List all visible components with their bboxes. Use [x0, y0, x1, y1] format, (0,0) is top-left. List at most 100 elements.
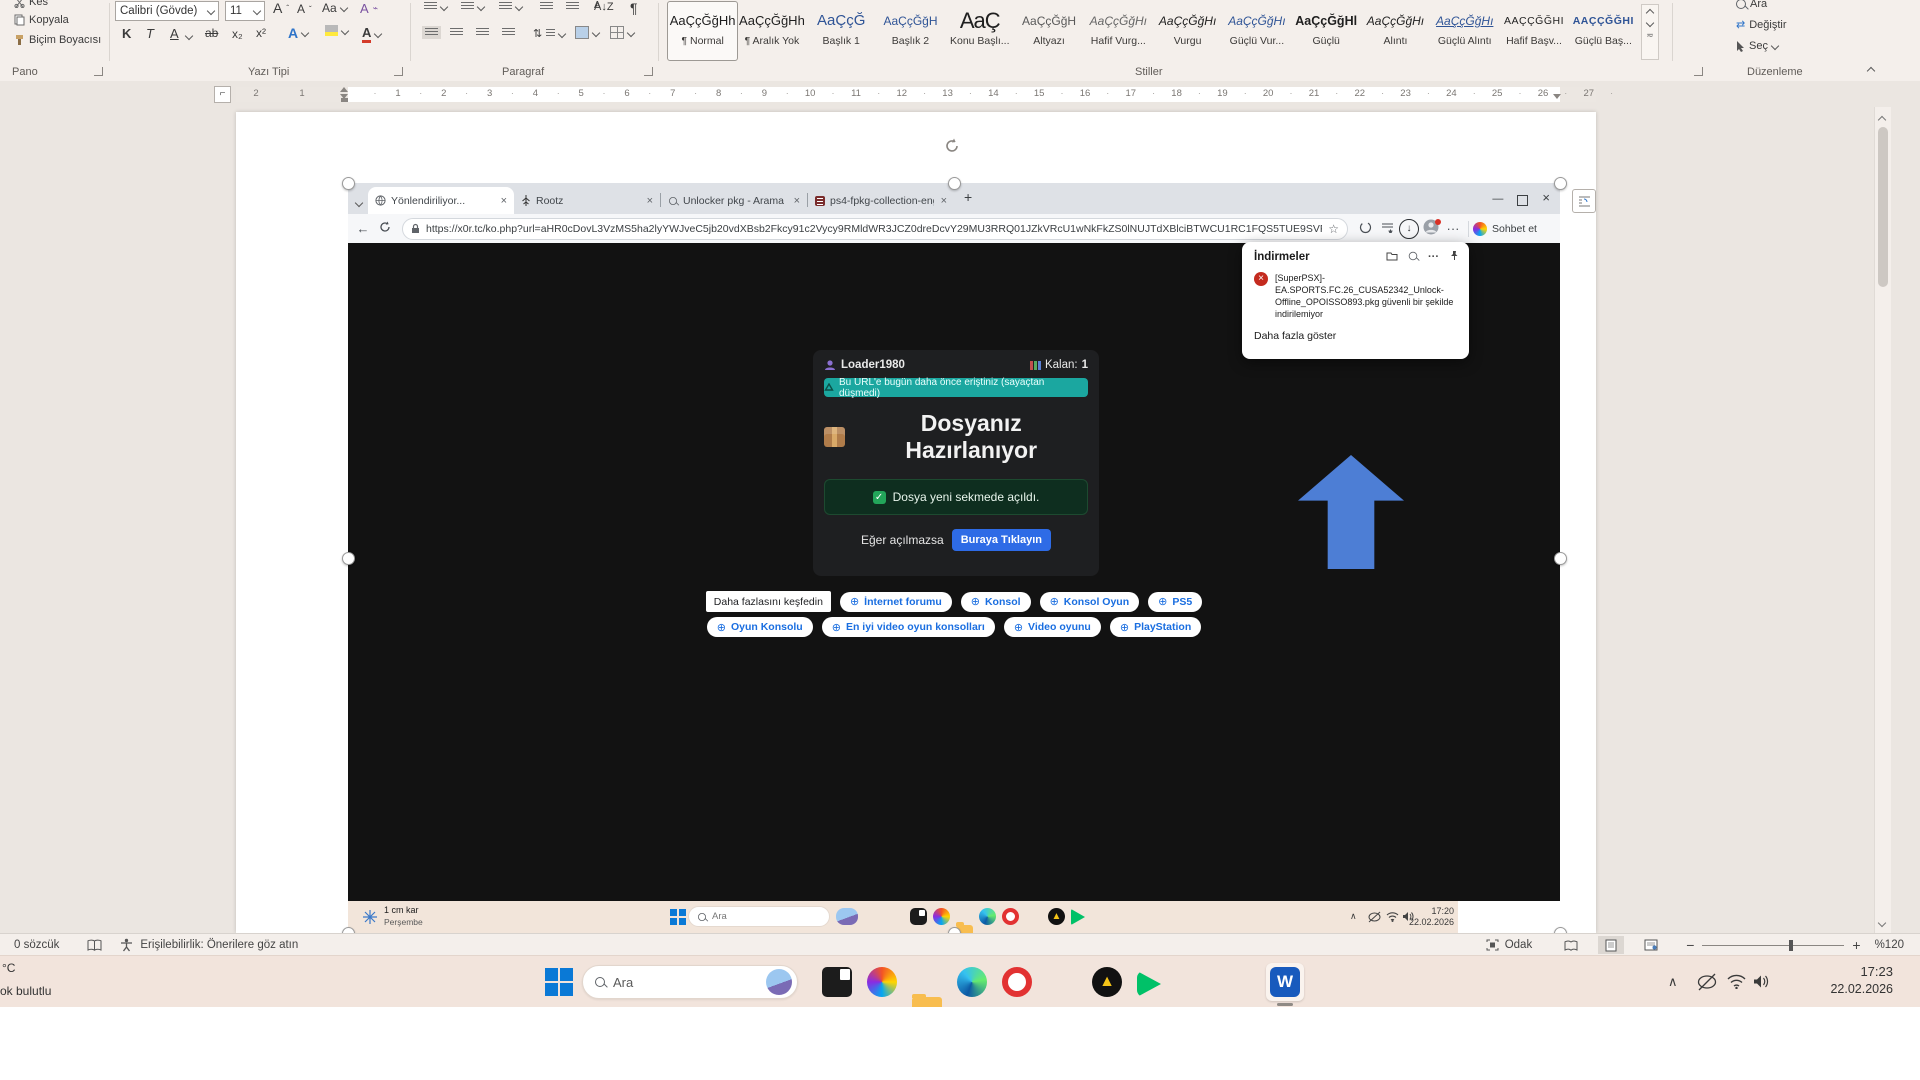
- open-folder-icon[interactable]: [1386, 251, 1398, 264]
- related-chip[interactable]: ⊕İnternet forumu: [840, 592, 952, 612]
- align-center-button[interactable]: [450, 28, 463, 37]
- style-card[interactable]: AaÇKonu Başlı...: [945, 2, 1014, 60]
- selection-handle-top-left[interactable]: [342, 177, 355, 190]
- a-app-icon[interactable]: ▲: [1092, 967, 1122, 997]
- style-card[interactable]: AaÇçĞBaşlık 1: [807, 2, 876, 60]
- zoom-in-button[interactable]: +: [1852, 937, 1860, 953]
- scrollbar-thumb[interactable]: [1878, 127, 1888, 287]
- eye-off-icon[interactable]: [1697, 973, 1717, 991]
- tab-close-icon[interactable]: ×: [647, 195, 653, 207]
- taskbar-weather-temp[interactable]: °C: [2, 961, 15, 975]
- browser-tab[interactable]: ps4-fpkg-collection-english-e dire ×: [808, 187, 954, 214]
- inner-weather-temp[interactable]: 1 cm kar: [384, 905, 419, 915]
- tab-selector[interactable]: ⌐: [214, 86, 231, 103]
- superscript-button[interactable]: x²: [256, 26, 266, 40]
- find-button[interactable]: Ara: [1736, 0, 1767, 10]
- selection-handle-middle-left[interactable]: [342, 552, 355, 565]
- word-app-active-bg[interactable]: W: [1266, 963, 1304, 1001]
- embedded-screenshot-image[interactable]: Yönlendiriliyor... × Rootz × Unlocker pk…: [348, 183, 1560, 933]
- inner-opera-icon[interactable]: [1002, 908, 1019, 925]
- vertical-scrollbar[interactable]: [1874, 107, 1891, 933]
- first-line-indent-marker[interactable]: [340, 87, 348, 92]
- tab-search-chevron[interactable]: [355, 199, 363, 207]
- new-tab-button[interactable]: +: [964, 189, 972, 205]
- bullets-button[interactable]: [424, 2, 447, 11]
- start-button[interactable]: [545, 968, 573, 996]
- inner-wifi-icon[interactable]: [1386, 911, 1399, 922]
- replace-button[interactable]: ⇄Değiştir: [1736, 18, 1787, 31]
- rotate-handle-icon[interactable]: [943, 137, 961, 160]
- address-bar[interactable]: https://x0r.tc/ko.php?url=aHR0cDovL3VzMS…: [402, 218, 1348, 240]
- styles-gallery-scroll[interactable]: ≂: [1641, 4, 1659, 60]
- zoom-percentage[interactable]: %120: [1875, 939, 1904, 951]
- underline-button[interactable]: A: [170, 26, 179, 41]
- style-card[interactable]: AaÇçĞğHıAlıntı: [1361, 2, 1430, 60]
- inner-widgets-icon[interactable]: [836, 908, 858, 925]
- pin-icon[interactable]: [1449, 250, 1459, 264]
- accessibility-icon[interactable]: [120, 938, 133, 952]
- browser-tab[interactable]: Unlocker pkg - Arama ×: [661, 187, 807, 214]
- highlight-button[interactable]: [325, 25, 348, 36]
- style-card[interactable]: AaÇçĞğHlGüçlü: [1292, 2, 1361, 60]
- collections-icon[interactable]: [1376, 221, 1398, 236]
- bold-button[interactable]: K: [122, 26, 131, 41]
- search-downloads-icon[interactable]: [1408, 251, 1418, 264]
- zoom-out-button[interactable]: −: [1686, 937, 1694, 953]
- related-chip[interactable]: ⊕Konsol Oyun: [1040, 592, 1140, 612]
- selection-handle-middle-right[interactable]: [1554, 552, 1567, 565]
- inner-a-app-icon[interactable]: ▲: [1048, 908, 1065, 925]
- inner-clock-time[interactable]: 17:20: [1412, 906, 1454, 916]
- show-more-link[interactable]: Daha fazla göster: [1242, 320, 1469, 342]
- paragraph-dialog-launcher[interactable]: [644, 67, 653, 76]
- clear-formatting-button[interactable]: A⌁: [360, 1, 378, 16]
- sort-icon[interactable]: A↓Z: [594, 1, 614, 13]
- tab-close-icon[interactable]: ×: [794, 195, 800, 207]
- window-minimize-button[interactable]: —: [1492, 193, 1503, 205]
- related-chip[interactable]: ⊕PS5: [1148, 592, 1202, 612]
- inner-tray-chevron[interactable]: ∧: [1350, 911, 1357, 922]
- style-card[interactable]: AaÇçĞğHıVurgu: [1153, 2, 1222, 60]
- justify-button[interactable]: [502, 28, 515, 37]
- left-indent-marker[interactable]: [341, 98, 348, 102]
- style-card[interactable]: AaÇçĞğHh¶ Aralık Yok: [737, 2, 806, 60]
- copy-button[interactable]: Kopyala: [14, 14, 69, 26]
- related-chip[interactable]: ⊕En iyi video oyun konsolları: [822, 617, 995, 637]
- clock-date[interactable]: 22.02.2026: [1800, 982, 1893, 996]
- strikethrough-button[interactable]: ab: [205, 26, 218, 40]
- multilevel-list-button[interactable]: [499, 2, 522, 11]
- more-options-icon[interactable]: ···: [1428, 251, 1439, 263]
- shrink-font-button[interactable]: Aˇ: [297, 2, 312, 16]
- inner-notebook-app-icon[interactable]: [910, 908, 927, 925]
- wifi-icon[interactable]: [1727, 974, 1746, 989]
- browser-tab[interactable]: Rootz ×: [514, 187, 660, 214]
- word-count[interactable]: 0 sözcük: [14, 939, 59, 951]
- browser-tab[interactable]: Yönlendiriliyor... ×: [368, 187, 514, 214]
- subscript-button[interactable]: x₂: [232, 27, 243, 41]
- font-size-select[interactable]: 11: [225, 1, 265, 21]
- taskbar-search-box[interactable]: Ara: [582, 965, 798, 999]
- inner-edge-icon[interactable]: [979, 908, 996, 925]
- profile-avatar[interactable]: [1420, 219, 1442, 238]
- tray-chevron[interactable]: ∧: [1668, 974, 1678, 990]
- notebook-app-icon[interactable]: [822, 967, 852, 997]
- numbering-button[interactable]: [461, 2, 484, 11]
- line-spacing-button[interactable]: ⇅: [533, 27, 565, 40]
- style-card[interactable]: AAÇÇĞĞHIHafif Başv...: [1499, 2, 1568, 60]
- click-here-button[interactable]: Buraya Tıklayın: [952, 529, 1051, 551]
- select-button[interactable]: Seç: [1736, 40, 1778, 52]
- selection-handle-top-right[interactable]: [1554, 177, 1567, 190]
- decrease-indent-button[interactable]: [540, 2, 553, 11]
- print-layout-button[interactable]: [1598, 936, 1624, 954]
- scroll-down-arrow[interactable]: [1879, 915, 1885, 933]
- italic-button[interactable]: T: [146, 26, 154, 41]
- style-card[interactable]: AaÇçĞğHAltyazı: [1014, 2, 1083, 60]
- underline-menu-chevron[interactable]: [185, 32, 193, 40]
- inner-copilot-icon[interactable]: [933, 908, 950, 925]
- tab-close-icon[interactable]: ×: [941, 195, 947, 207]
- window-close-button[interactable]: ×: [1542, 190, 1550, 205]
- edge-icon[interactable]: [957, 967, 987, 997]
- style-card[interactable]: AaÇçĞğHBaşlık 2: [876, 2, 945, 60]
- related-chip[interactable]: ⊕Oyun Konsolu: [707, 617, 813, 637]
- refresh-button[interactable]: [374, 221, 396, 236]
- cut-button[interactable]: Kes: [14, 0, 48, 8]
